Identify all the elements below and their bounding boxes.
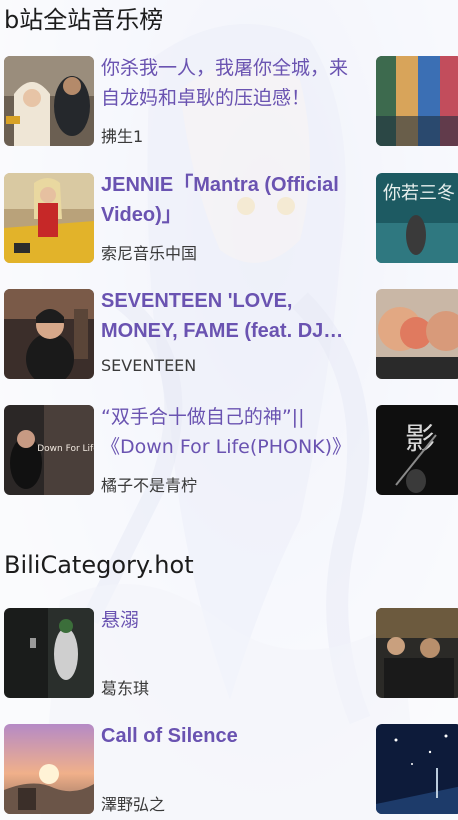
- cover-text: 你若三冬: [383, 183, 455, 204]
- song-title: 你杀我一人，我屠你全城，来自龙妈和卓耿的压迫感！: [101, 57, 349, 109]
- list-item[interactable]: Call of Silence 澤野弘之: [0, 724, 458, 816]
- artist-name: 拂生1: [101, 127, 144, 146]
- song-title: JENNIE「Mantra (Official Video)」: [101, 174, 339, 226]
- cover-text: Down For Life: [37, 444, 94, 454]
- list-item[interactable]: SEVENTEEN 'LOVE, MONEY, FAME (feat. DJ K…: [0, 289, 458, 381]
- section-title-bilibili-music-chart: b站全站音乐榜: [4, 6, 164, 34]
- list-item[interactable]: Down For Life “双手合十做自己的神”||《Down For Lif…: [0, 405, 458, 497]
- artist-name: SEVENTEEN: [101, 356, 197, 375]
- cover-thumbnail: Down For Life: [4, 405, 94, 495]
- cover-thumbnail: [4, 724, 94, 814]
- list-item[interactable]: 你杀我一人，我屠你全城，来自龙妈和卓耿的压迫感！ 拂生1: [0, 56, 458, 148]
- artist-name: 橘子不是青柠: [101, 476, 198, 495]
- song-title: “双手合十做自己的神”||《Down For Life(PHONK)》: [101, 406, 352, 458]
- cover-thumbnail: 你若三冬: [376, 173, 458, 263]
- cover-thumbnail: [376, 724, 458, 814]
- cover-thumbnail: [376, 56, 458, 146]
- cover-text: 影: [405, 422, 435, 457]
- cover-thumbnail: [376, 608, 458, 698]
- cover-thumbnail: [4, 608, 94, 698]
- artist-name: 葛东琪: [101, 679, 150, 698]
- cover-thumbnail: [376, 289, 458, 379]
- cover-thumbnail: [4, 56, 94, 146]
- artist-name: 索尼音乐中国: [101, 244, 198, 263]
- section-title-category-hot: BiliCategory.hot: [4, 551, 194, 579]
- list-item[interactable]: 悬溺 葛东琪: [0, 608, 458, 700]
- song-title: SEVENTEEN 'LOVE, MONEY, FAME (feat. DJ K…: [101, 290, 324, 342]
- song-title: Call of Silence: [101, 725, 238, 747]
- list-item[interactable]: JENNIE「Mantra (Official Video)」 索尼音乐中国 你…: [0, 173, 458, 265]
- cover-thumbnail: [4, 173, 94, 263]
- artist-name: 澤野弘之: [101, 795, 166, 814]
- song-title: 悬溺: [101, 609, 140, 631]
- cover-thumbnail: [4, 289, 94, 379]
- cover-thumbnail: 影: [376, 405, 458, 495]
